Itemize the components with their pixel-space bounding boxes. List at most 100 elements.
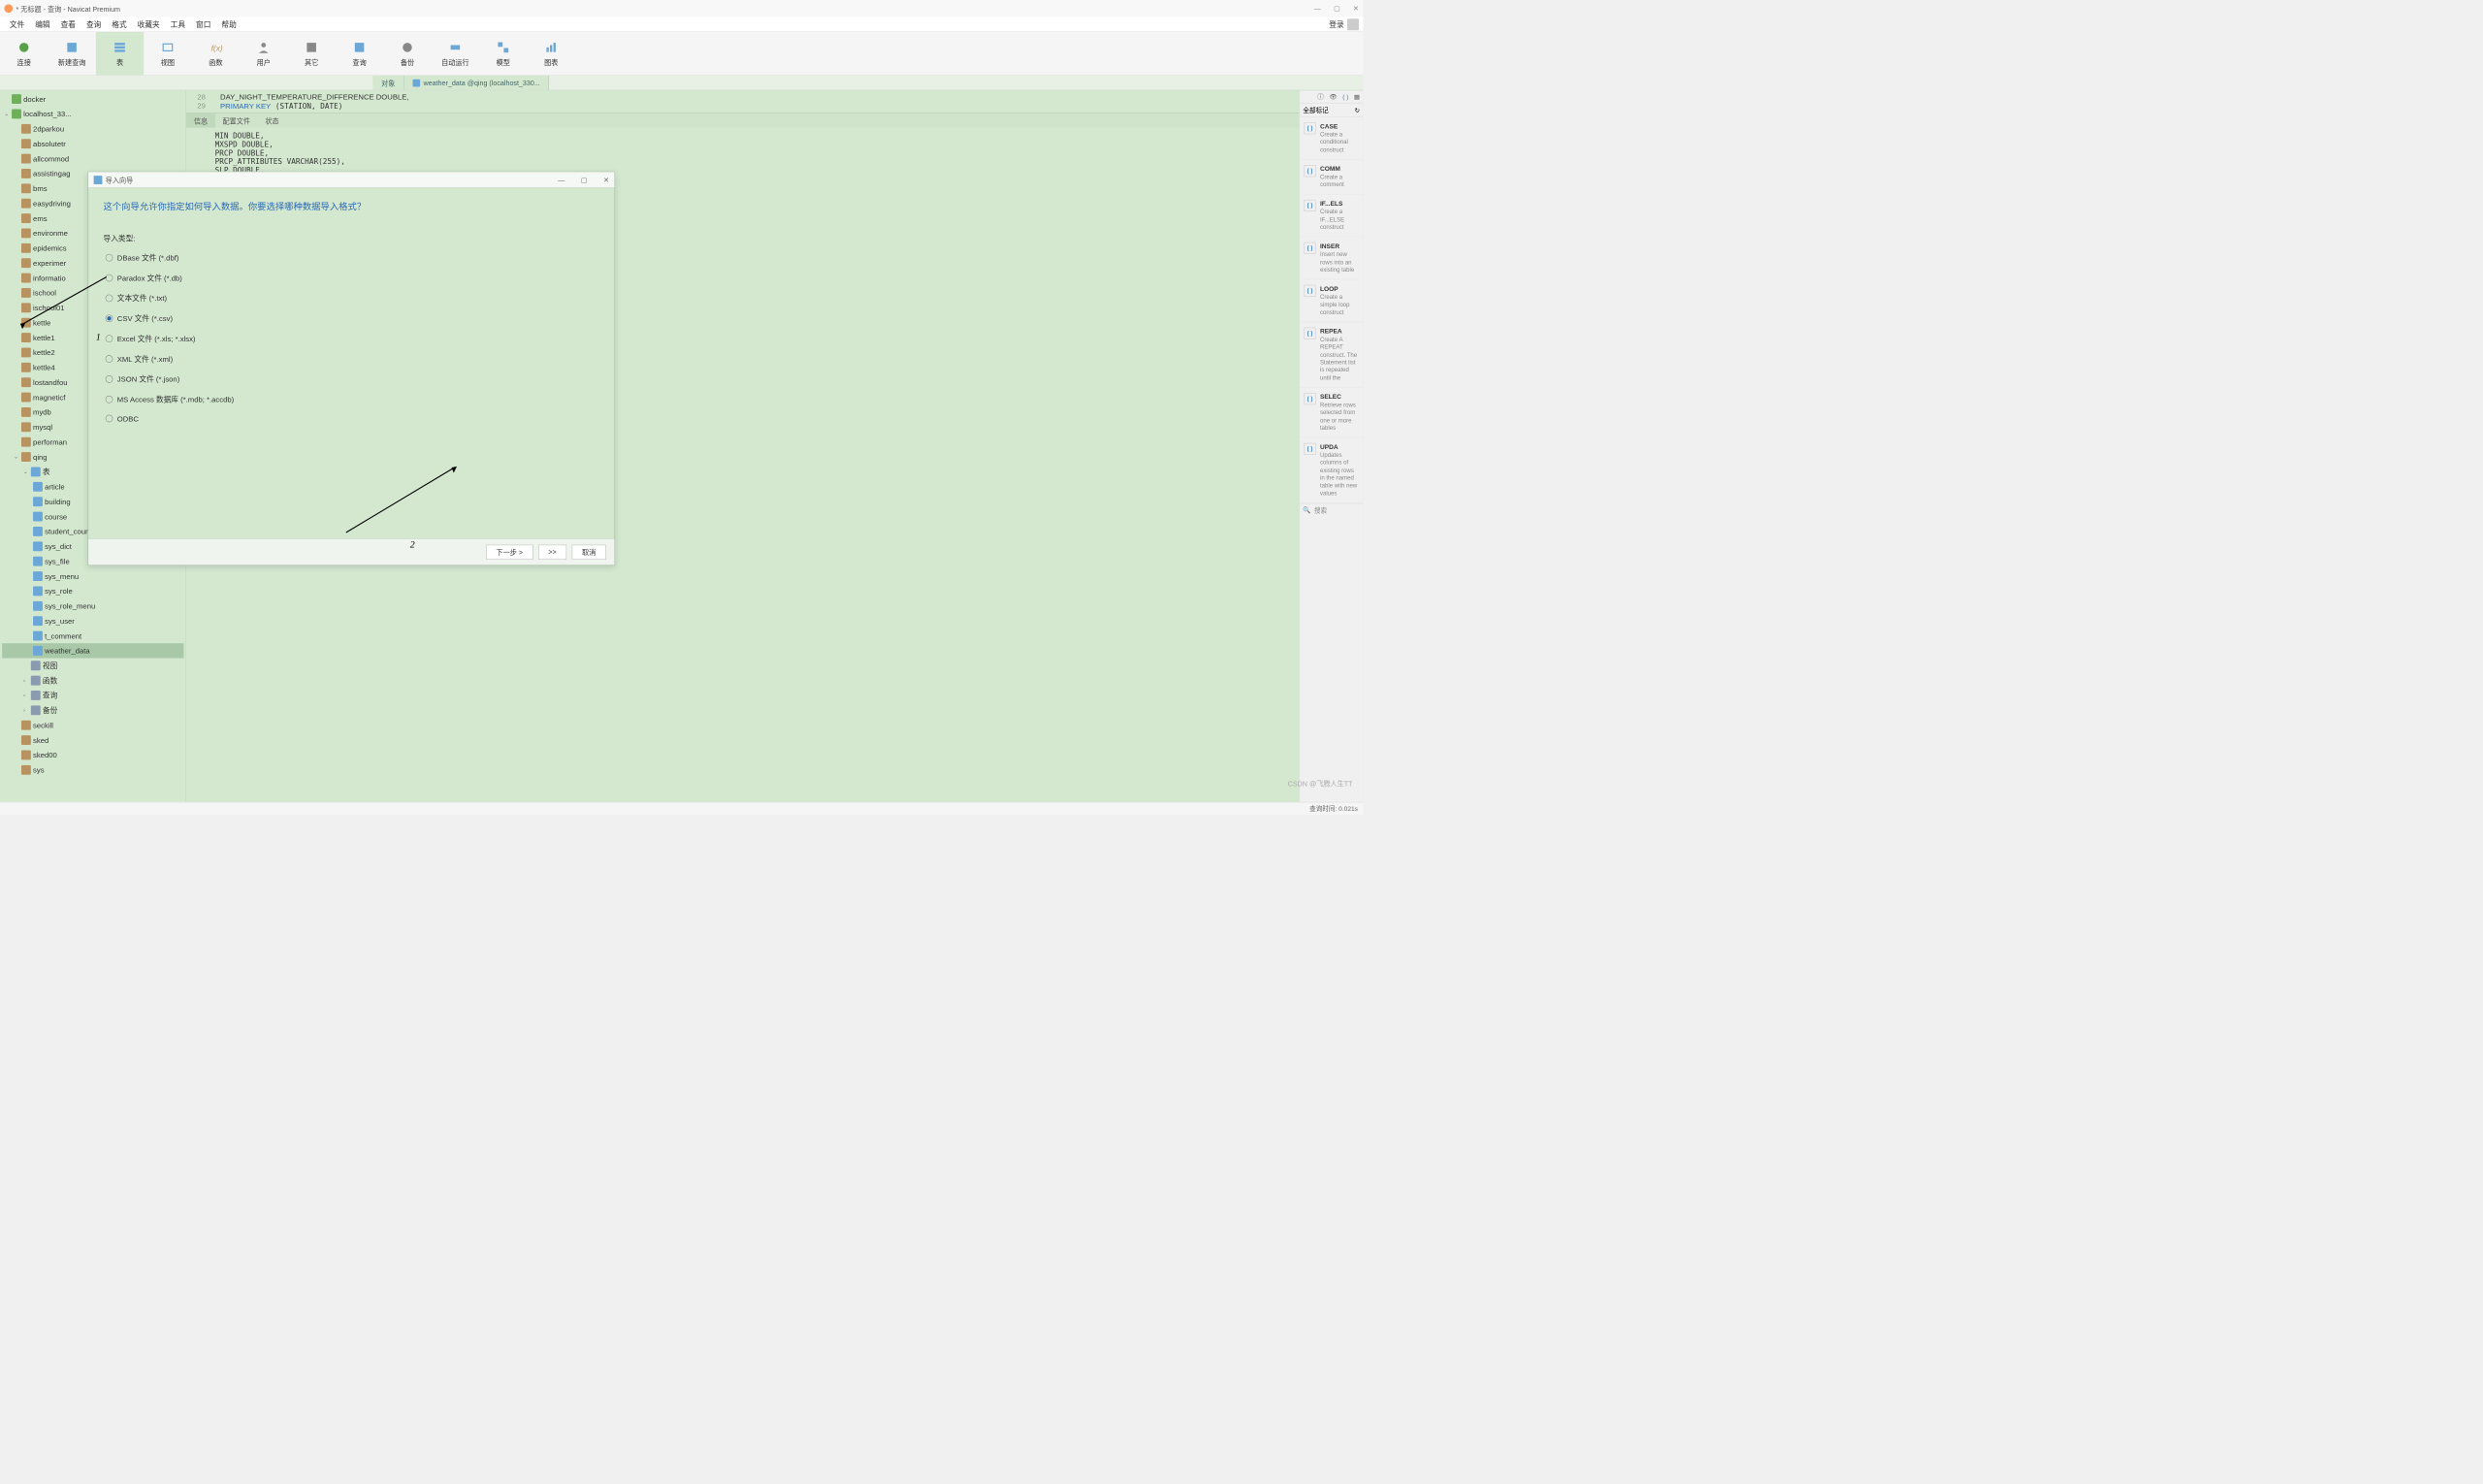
next-button[interactable]: 下一步 > xyxy=(486,544,532,559)
tree-connection-docker[interactable]: docker xyxy=(2,91,183,106)
toolbar-view[interactable]: 视图 xyxy=(144,32,191,75)
avatar-icon[interactable] xyxy=(1347,18,1359,30)
minimize-button[interactable]: — xyxy=(1314,4,1321,13)
radio-icon xyxy=(106,335,113,342)
result-tab-status[interactable]: 状态 xyxy=(258,113,287,128)
tree-db-item[interactable]: allcommod xyxy=(2,151,183,166)
grid-icon[interactable]: ▦ xyxy=(1354,93,1360,101)
sql-editor[interactable]: DAY_NIGHT_TEMPERATURE_DIFFERENCE DOUBLE,… xyxy=(210,90,1299,113)
tree-table-item[interactable]: sys_role xyxy=(2,584,183,598)
radio-icon xyxy=(106,396,113,403)
snippet-panel: ⓘ 👁 ( ) ▦ 全部标记 ↻ ( )CASECreate a conditi… xyxy=(1300,90,1364,801)
import-type-option[interactable]: MS Access 数据库 (*.mdb; *.accdb) xyxy=(106,394,599,404)
table-icon xyxy=(33,571,43,581)
tree-table-item[interactable]: sys_menu xyxy=(2,568,183,583)
tree-db-item[interactable]: sked xyxy=(2,732,183,747)
toolbar-model[interactable]: 模型 xyxy=(479,32,527,75)
close-button[interactable]: ✕ xyxy=(1353,4,1359,13)
tree-queries-folder[interactable]: ›查询 xyxy=(2,688,183,702)
cancel-button[interactable]: 取消 xyxy=(572,544,606,559)
menu-tools[interactable]: 工具 xyxy=(165,16,190,31)
tables-icon xyxy=(31,467,41,476)
tree-db-item[interactable]: 2dparkou xyxy=(2,121,183,136)
refresh-icon[interactable]: ↻ xyxy=(1355,107,1361,114)
eye-icon[interactable]: 👁 xyxy=(1329,93,1337,101)
menu-view[interactable]: 查看 xyxy=(55,16,81,31)
tree-backup-folder[interactable]: ›备份 xyxy=(2,703,183,718)
snippet-item[interactable]: ( )INSERInsert new rows into an existing… xyxy=(1300,238,1363,280)
tree-db-item[interactable]: sked00 xyxy=(2,748,183,762)
toolbar-chart[interactable]: 图表 xyxy=(528,32,575,75)
tree-db-item[interactable]: absolutetr xyxy=(2,137,183,151)
tree-table-item[interactable]: t_comment xyxy=(2,629,183,643)
menu-query[interactable]: 查询 xyxy=(81,16,106,31)
menu-help[interactable]: 帮助 xyxy=(216,16,242,31)
database-icon xyxy=(21,363,31,372)
database-icon xyxy=(21,751,31,760)
import-type-option[interactable]: CSV 文件 (*.csv) xyxy=(106,313,599,324)
dialog-heading: 这个向导允许你指定如何导入数据。你要选择哪种数据导入格式？ xyxy=(104,199,600,212)
app-icon xyxy=(4,4,13,13)
toolbar-user[interactable]: 用户 xyxy=(240,32,287,75)
toolbar-other[interactable]: 其它 xyxy=(287,32,335,75)
maximize-button[interactable]: ▢ xyxy=(1334,4,1340,13)
tab-objects[interactable]: 对象 xyxy=(372,76,403,90)
import-type-radiogroup: DBase 文件 (*.dbf) Paradox 文件 (*.db) 文本文件 (*… xyxy=(104,252,600,423)
menu-favorites[interactable]: 收藏夹 xyxy=(132,16,165,31)
database-icon xyxy=(21,274,31,283)
tree-table-item[interactable]: weather_data xyxy=(2,643,183,658)
snippet-item[interactable]: ( )COMMCreate a comment xyxy=(1300,160,1363,195)
toolbar-automation[interactable]: 自动运行 xyxy=(432,32,479,75)
code-icon[interactable]: ( ) xyxy=(1342,93,1348,101)
dialog-close[interactable]: ✕ xyxy=(603,176,609,184)
tree-db-item[interactable]: seckill xyxy=(2,718,183,732)
toolbar-backup[interactable]: 备份 xyxy=(383,32,431,75)
import-type-option[interactable]: Excel 文件 (*.xls; *.xlsx) xyxy=(106,334,599,344)
menu-file[interactable]: 文件 xyxy=(4,16,29,31)
tree-table-item[interactable]: sys_user xyxy=(2,613,183,628)
result-tab-profile[interactable]: 配置文件 xyxy=(215,113,258,128)
import-type-option[interactable]: JSON 文件 (*.json) xyxy=(106,373,599,384)
snippet-icon: ( ) xyxy=(1305,443,1316,455)
toolbar-connection[interactable]: 连接 xyxy=(0,32,48,75)
toolbar-function[interactable]: f(x)函数 xyxy=(192,32,240,75)
tree-functions-folder[interactable]: ›函数 xyxy=(2,673,183,688)
menu-format[interactable]: 格式 xyxy=(107,16,132,31)
info-icon[interactable]: ⓘ xyxy=(1317,92,1324,101)
dialog-maximize[interactable]: ▢ xyxy=(581,176,588,184)
tab-query-weather[interactable]: weather_data @qing (localhost_330... xyxy=(404,76,549,90)
toolbar-table[interactable]: 表 xyxy=(96,32,144,75)
fast-forward-button[interactable]: >> xyxy=(538,544,566,559)
tree-connection-localhost[interactable]: ⌄localhost_33... xyxy=(2,107,183,121)
snippet-item[interactable]: ( )SELECRetrieve rows selected from one … xyxy=(1300,388,1363,438)
menu-edit[interactable]: 编辑 xyxy=(30,16,55,31)
dialog-titlebar[interactable]: 导入向导 — ▢ ✕ xyxy=(88,172,614,187)
table-icon xyxy=(33,616,43,626)
import-type-label: 导入类型: xyxy=(104,233,600,243)
import-type-option[interactable]: ODBC xyxy=(106,414,599,423)
tree-table-item[interactable]: sys_role_menu xyxy=(2,598,183,613)
database-icon xyxy=(21,422,31,432)
tree-db-item[interactable]: sys xyxy=(2,762,183,777)
table-icon xyxy=(33,586,43,596)
snippet-item[interactable]: ( )UPDAUpdates columns of existing rows … xyxy=(1300,437,1363,502)
snippet-item[interactable]: ( )IF...ELSCreate a IF...ELSE construct xyxy=(1300,195,1363,238)
result-tab-info[interactable]: 信息 xyxy=(186,113,215,128)
import-type-option[interactable]: Paradox 文件 (*.db) xyxy=(106,273,599,283)
login-link[interactable]: 登录 xyxy=(1329,18,1343,29)
import-type-option[interactable]: DBase 文件 (*.dbf) xyxy=(106,252,599,263)
import-type-option[interactable]: XML 文件 (*.xml) xyxy=(106,354,599,365)
toolbar-new-query[interactable]: 新建查询 xyxy=(48,32,95,75)
menu-window[interactable]: 窗口 xyxy=(191,16,216,31)
toolbar-query[interactable]: 查询 xyxy=(336,32,383,75)
snippet-item[interactable]: ( )CASECreate a conditional construct xyxy=(1300,117,1363,160)
snippet-item[interactable]: ( )REPEACreate A REPEAT construct. The S… xyxy=(1300,322,1363,387)
import-type-option[interactable]: 文本文件 (*.txt) xyxy=(106,293,599,304)
search-input[interactable]: 搜索 xyxy=(1314,505,1327,514)
filter-label[interactable]: 全部标记 xyxy=(1303,106,1328,114)
dialog-minimize[interactable]: — xyxy=(558,176,564,184)
snippet-item[interactable]: ( )LOOPCreate a simple loop construct xyxy=(1300,279,1363,322)
line-gutter: 2829 xyxy=(188,90,210,113)
tree-views-folder[interactable]: 视图 xyxy=(2,659,183,673)
database-icon xyxy=(21,318,31,328)
